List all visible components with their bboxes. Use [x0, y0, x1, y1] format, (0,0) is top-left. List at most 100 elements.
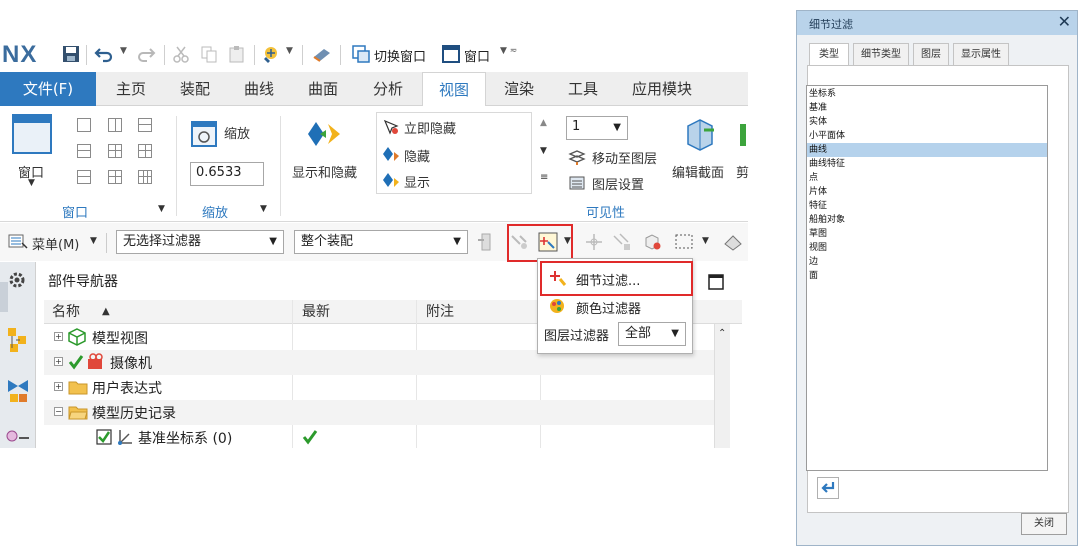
list-item-selected[interactable]: 曲线: [807, 143, 1047, 157]
customize-icon[interactable]: [312, 45, 334, 63]
assembly-navigator-icon[interactable]: [6, 326, 30, 354]
close-icon[interactable]: ✕: [1058, 12, 1071, 31]
tab-applications[interactable]: 应用模块: [616, 72, 708, 106]
touch-mode-icon[interactable]: [262, 45, 282, 65]
list-item[interactable]: 特征: [807, 199, 1047, 213]
dialog-title-bar[interactable]: 细节过滤 ✕: [797, 11, 1077, 35]
general-filter-icon[interactable]: [476, 232, 498, 252]
column-notes[interactable]: 附注: [426, 300, 454, 324]
gallery-scroll-up-icon[interactable]: ▲: [540, 118, 547, 128]
scroll-up-icon[interactable]: ⌃: [718, 328, 726, 339]
layout-vsplit-icon[interactable]: [108, 118, 122, 132]
gallery-expand-icon[interactable]: ≡: [540, 172, 548, 183]
move-to-layer-button[interactable]: 移动至图层: [592, 148, 657, 167]
list-item[interactable]: 草图: [807, 227, 1047, 241]
menu-dropdown-icon[interactable]: ▼: [90, 236, 97, 246]
zoom-button[interactable]: 缩放: [224, 123, 250, 142]
layout-quad2-icon[interactable]: [138, 144, 152, 158]
hide-button[interactable]: 隐藏: [404, 146, 430, 165]
tab-view[interactable]: 视图: [422, 72, 486, 107]
clip-section-button[interactable]: 剪: [736, 162, 749, 181]
constraint-navigator-icon[interactable]: [6, 376, 30, 404]
undo-dropdown-icon[interactable]: ▼: [120, 46, 127, 56]
list-item[interactable]: 基准: [807, 101, 1047, 115]
layout-6-icon[interactable]: [138, 170, 152, 184]
expand-icon[interactable]: +: [54, 332, 63, 341]
resource-bar-tab[interactable]: [0, 282, 8, 312]
tab-assembly[interactable]: 装配: [164, 72, 226, 106]
maximize-icon[interactable]: [708, 274, 724, 290]
window-icon[interactable]: [12, 114, 52, 154]
window-menu-icon[interactable]: [442, 45, 460, 63]
snap-point-icon[interactable]: [584, 232, 604, 252]
tab-file[interactable]: 文件(F): [0, 72, 96, 106]
list-item[interactable]: 坐标系: [807, 87, 1047, 101]
tree-row-datum-csys[interactable]: 基准坐标系 (0): [44, 425, 714, 448]
close-button[interactable]: 关闭: [1021, 513, 1067, 535]
layer-filter-select[interactable]: 全部 ▼: [618, 322, 686, 346]
snap-end-icon[interactable]: [612, 232, 634, 252]
switch-window-icon[interactable]: [352, 45, 370, 63]
type-list[interactable]: 坐标系 基准 实体 小平面体 曲线 曲线特征 点 片体 特征 船舶对象 草图 视…: [806, 85, 1048, 471]
layout-hsplit-icon[interactable]: [138, 118, 152, 132]
zoom-scale-input[interactable]: 0.6533: [190, 162, 264, 186]
deselect-all-icon[interactable]: [722, 232, 744, 252]
show-icon[interactable]: [382, 172, 400, 190]
zoom-group-expand-icon[interactable]: ▼: [260, 204, 267, 214]
navigator-scrollbar[interactable]: ⌃: [714, 324, 730, 448]
tab-analysis[interactable]: 分析: [356, 72, 420, 106]
expand-icon[interactable]: +: [54, 357, 63, 366]
scope-select[interactable]: 整个装配 ▼: [294, 230, 468, 254]
undo-icon[interactable]: [94, 45, 114, 63]
layout-3b-icon[interactable]: [108, 170, 122, 184]
window-dropdown-icon[interactable]: ▼: [28, 178, 35, 188]
immediate-hide-icon[interactable]: [382, 118, 400, 136]
clip-section-icon[interactable]: [738, 120, 748, 150]
visibility-checkbox-icon[interactable]: [96, 429, 112, 445]
list-item[interactable]: 视图: [807, 241, 1047, 255]
save-icon[interactable]: [62, 45, 80, 63]
menu-button[interactable]: 菜单(M): [32, 234, 79, 253]
back-button[interactable]: [817, 477, 839, 499]
tree-row-user-expressions[interactable]: + 用户表达式: [44, 375, 714, 400]
window-group-expand-icon[interactable]: ▼: [158, 204, 165, 214]
rect-select-dropdown-icon[interactable]: ▼: [702, 236, 709, 246]
show-hide-button[interactable]: 显示和隐藏: [292, 162, 357, 181]
list-item[interactable]: 点: [807, 171, 1047, 185]
tree-row-model-history[interactable]: − 模型历史记录: [44, 400, 714, 425]
paste-icon[interactable]: [228, 45, 246, 63]
window-menu-label[interactable]: 窗口: [464, 46, 490, 65]
tab-tools[interactable]: 工具: [552, 72, 614, 106]
expand-icon[interactable]: +: [54, 382, 63, 391]
tab-surface[interactable]: 曲面: [292, 72, 354, 106]
list-item[interactable]: 片体: [807, 185, 1047, 199]
list-item[interactable]: 曲线特征: [807, 157, 1047, 171]
sort-ascending-icon[interactable]: ▲: [102, 300, 110, 324]
touch-dropdown-icon[interactable]: ▼: [286, 46, 293, 56]
dialog-tab-type[interactable]: 类型: [809, 43, 849, 66]
edit-section-icon[interactable]: [684, 116, 716, 152]
move-layer-icon[interactable]: [568, 148, 586, 166]
layer-settings-button[interactable]: 图层设置: [592, 174, 644, 193]
dialog-tab-detail-type[interactable]: 细节类型: [853, 43, 909, 65]
dialog-tab-layer[interactable]: 图层: [913, 43, 949, 65]
show-hide-icon[interactable]: [306, 118, 346, 152]
list-item[interactable]: 小平面体: [807, 129, 1047, 143]
menu-icon[interactable]: [8, 234, 28, 250]
layout-single-icon[interactable]: [77, 118, 91, 132]
list-item[interactable]: 船舶对象: [807, 213, 1047, 227]
layer-select[interactable]: 1 ▼: [566, 116, 628, 140]
column-latest[interactable]: 最新: [302, 300, 330, 324]
part-navigator-icon[interactable]: [4, 428, 32, 444]
immediate-hide-button[interactable]: 立即隐藏: [404, 118, 456, 137]
layout-3a-icon[interactable]: [77, 170, 91, 184]
rectangle-select-icon[interactable]: [674, 232, 696, 252]
dialog-tab-display-props[interactable]: 显示属性: [953, 43, 1009, 65]
column-name[interactable]: 名称: [52, 300, 80, 324]
switch-window-label[interactable]: 切换窗口: [374, 46, 426, 65]
tab-curve[interactable]: 曲线: [228, 72, 290, 106]
hide-icon[interactable]: [382, 146, 400, 164]
edit-section-button[interactable]: 编辑截面: [672, 162, 724, 181]
cut-icon[interactable]: [172, 45, 190, 63]
layout-quad-icon[interactable]: [108, 144, 122, 158]
